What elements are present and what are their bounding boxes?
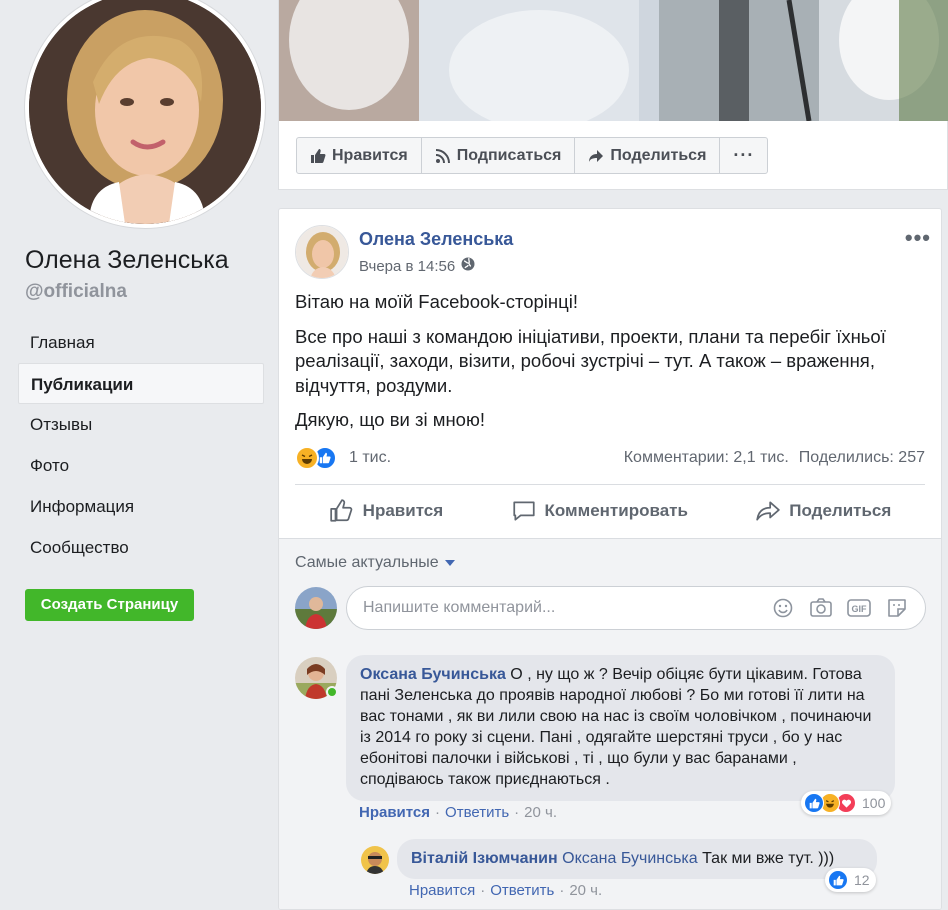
comment-reactions[interactable]: 100 [801, 791, 892, 815]
reply-text: Так ми вже тут. ))) [697, 850, 835, 867]
post-meta: Вчера в 14:56 [359, 257, 475, 275]
comment-reactions-count: 100 [862, 795, 886, 811]
post-share-label: Поделиться [789, 501, 892, 520]
comments-count[interactable]: Комментарии: 2,1 тис. [624, 449, 789, 467]
post-actions: Нравится Комментировать Поделиться [295, 489, 925, 533]
online-status-indicator [326, 686, 338, 698]
more-icon: ··· [733, 145, 755, 165]
nav-item-home[interactable]: Главная [18, 322, 264, 363]
post-author-avatar[interactable] [295, 225, 349, 279]
reply-reply-link[interactable]: Ответить [490, 882, 554, 899]
separator: · [514, 804, 520, 821]
post-paragraph: Вітаю на моїй Facebook-сторінці! [295, 291, 578, 312]
post-text: Вітаю на моїй Facebook-сторінці! Все про… [295, 290, 895, 443]
comment-input[interactable]: Напишите комментарий... GIF [346, 586, 926, 630]
comment-bubble-icon [512, 501, 535, 521]
post-comment-button[interactable]: Комментировать [511, 498, 688, 524]
reply-bubble: Віталій Ізюмчанин Оксана Бучинська Так м… [397, 839, 877, 879]
gif-icon[interactable]: GIF [847, 596, 871, 620]
page-more-button[interactable]: ··· [720, 138, 767, 173]
caret-down-icon [444, 560, 455, 566]
comment-bubble: Оксана Бучинська О , ну що ж ? Вечір обі… [346, 655, 895, 801]
separator: · [480, 882, 486, 899]
svg-text:GIF: GIF [852, 604, 868, 614]
post-like-button[interactable]: Нравится [329, 498, 444, 524]
comment-time[interactable]: 20 ч. [524, 804, 557, 821]
nav-item-community[interactable]: Сообщество [18, 527, 264, 568]
nav-item-photos[interactable]: Фото [18, 445, 264, 486]
emoji-icon[interactable] [771, 596, 795, 620]
page-nav: Главная Публикации Отзывы Фото Информаци… [18, 322, 264, 568]
divider [295, 484, 925, 485]
reply-actions: Нравится · Ответить · 20 ч. [409, 882, 602, 899]
page-share-button[interactable]: Поделиться [575, 138, 721, 173]
reply-mention[interactable]: Оксана Бучинська [562, 850, 698, 867]
like-reaction-icon [804, 793, 824, 813]
left-column: Олена Зеленська @officialna Главная Публ… [0, 0, 278, 910]
page-follow-button[interactable]: Подписаться [422, 138, 576, 173]
reactions-count[interactable]: 1 тис. [349, 449, 391, 467]
post-paragraph: Дякую, що ви зі мною! [295, 409, 485, 430]
post-stats: Комментарии: 2,1 тис. Поделились: 257 [624, 449, 925, 467]
comment-actions: Нравится · Ответить · 20 ч. [359, 804, 557, 821]
comment-input-placeholder: Напишите комментарий... [363, 599, 556, 616]
share-arrow-icon [589, 149, 604, 162]
cover-card: Нравится Подписаться Поделиться ··· [278, 0, 948, 190]
nav-item-reviews[interactable]: Отзывы [18, 404, 264, 445]
like-reaction-icon [828, 870, 848, 890]
comment-input-tools: GIF [771, 596, 909, 620]
page-follow-label: Подписаться [456, 146, 562, 164]
separator: · [559, 882, 565, 899]
comment-sort-dropdown[interactable]: Самые актуальные [295, 554, 455, 572]
sticker-icon[interactable] [885, 596, 909, 620]
post-card: Олена Зеленська Вчера в 14:56 ••• Вітаю … [278, 208, 942, 910]
reply-time[interactable]: 20 ч. [569, 882, 602, 899]
post-comment-label: Комментировать [544, 501, 688, 520]
nav-item-posts[interactable]: Публикации [18, 363, 264, 404]
share-arrow-icon [756, 501, 780, 521]
create-page-button[interactable]: Создать Страницу [25, 589, 194, 621]
reaction-icons[interactable] [295, 446, 337, 470]
comment-text: О , ну що ж ? Вечір обіцяє бути цікавим.… [360, 666, 872, 788]
page-like-button[interactable]: Нравится [297, 138, 422, 173]
current-user-avatar[interactable] [295, 587, 337, 629]
page-like-label: Нравится [332, 146, 408, 164]
post-like-label: Нравится [362, 501, 444, 520]
camera-icon[interactable] [809, 596, 833, 620]
shares-count[interactable]: Поделились: 257 [799, 449, 925, 467]
reply-author-avatar[interactable] [361, 846, 389, 874]
post-share-button[interactable]: Поделиться [755, 498, 891, 524]
reply-reactions[interactable]: 12 [825, 868, 876, 892]
cover-photo[interactable] [279, 0, 948, 121]
thumbs-up-icon [311, 148, 326, 163]
page-actions-bar: Нравится Подписаться Поделиться ··· [296, 137, 769, 174]
comment-author-name[interactable]: Оксана Бучинська [360, 666, 506, 683]
reply-reactions-count: 12 [854, 872, 870, 888]
comments-section: Самые актуальные Напишите комментарий...… [279, 538, 941, 909]
reactions-summary: 1 тис. Комментарии: 2,1 тис. Поделились:… [295, 443, 925, 473]
comment-like-link[interactable]: Нравится [359, 804, 430, 821]
rss-icon [435, 148, 450, 163]
page-title: Олена Зеленська [25, 246, 229, 274]
comment-sort-label: Самые актуальные [295, 554, 439, 571]
page-share-label: Поделиться [610, 146, 707, 164]
page-username[interactable]: @officialna [25, 281, 127, 303]
profile-picture[interactable] [25, 0, 265, 228]
comment-reply-link[interactable]: Ответить [445, 804, 509, 821]
reply-author-name[interactable]: Віталій Ізюмчанин [411, 850, 558, 867]
haha-reaction-icon [295, 446, 319, 470]
thumbs-up-icon [329, 499, 352, 522]
post-options-button[interactable]: ••• [905, 225, 931, 251]
post-paragraph: Все про наші з командою ініціативи, прое… [295, 325, 886, 396]
post-author-name[interactable]: Олена Зеленська [359, 229, 513, 250]
reply-like-link[interactable]: Нравится [409, 882, 475, 899]
globe-icon [461, 257, 475, 275]
post-timestamp[interactable]: Вчера в 14:56 [359, 258, 455, 275]
separator: · [435, 804, 441, 821]
nav-item-about[interactable]: Информация [18, 486, 264, 527]
